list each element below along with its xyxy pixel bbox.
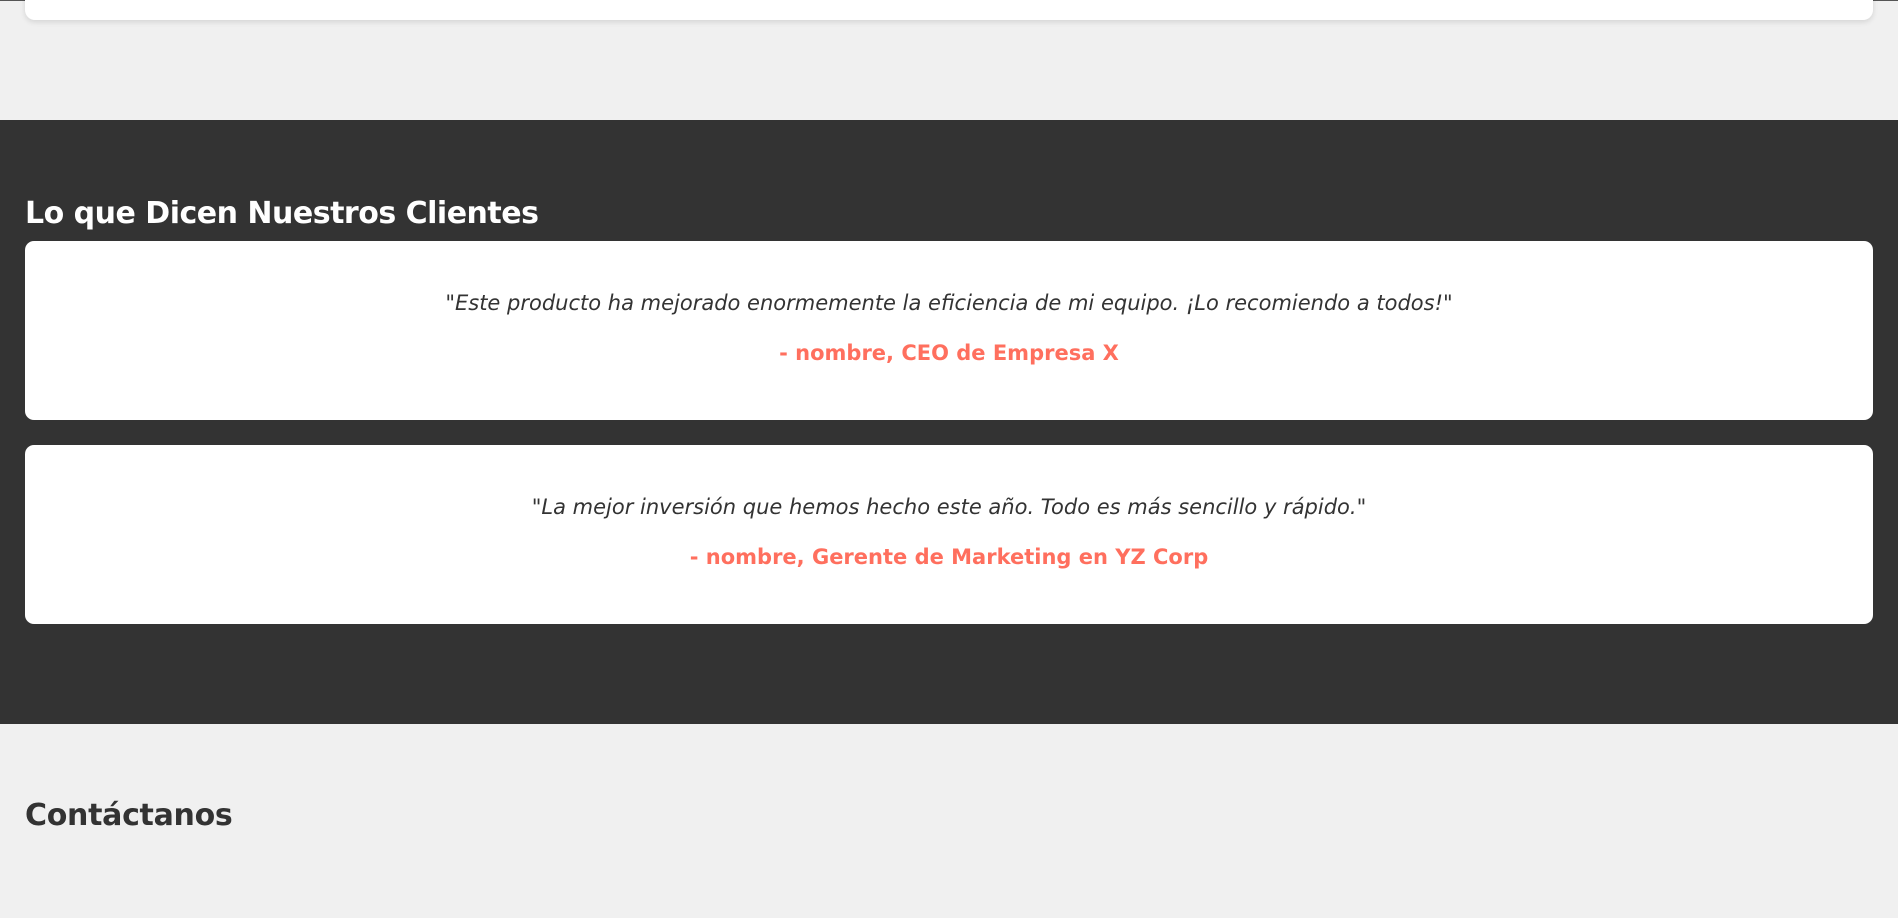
- testimonial-author: - nombre, Gerente de Marketing en YZ Cor…: [689, 545, 1209, 569]
- testimonials-title: Lo que Dicen Nuestros Clientes: [25, 196, 539, 231]
- testimonials-section: Lo que Dicen Nuestros Clientes "Este pro…: [0, 120, 1898, 724]
- testimonial-quote: "La mejor inversión que hemos hecho este…: [531, 495, 1367, 519]
- testimonial-quote: "Este producto ha mejorado enormemente l…: [445, 291, 1453, 315]
- testimonial-author: - nombre, CEO de Empresa X: [779, 341, 1119, 365]
- contact-title: Contáctanos: [25, 798, 233, 833]
- previous-section-card: [25, 0, 1873, 20]
- testimonial-card: "Este producto ha mejorado enormemente l…: [25, 241, 1873, 420]
- testimonial-card: "La mejor inversión que hemos hecho este…: [25, 445, 1873, 624]
